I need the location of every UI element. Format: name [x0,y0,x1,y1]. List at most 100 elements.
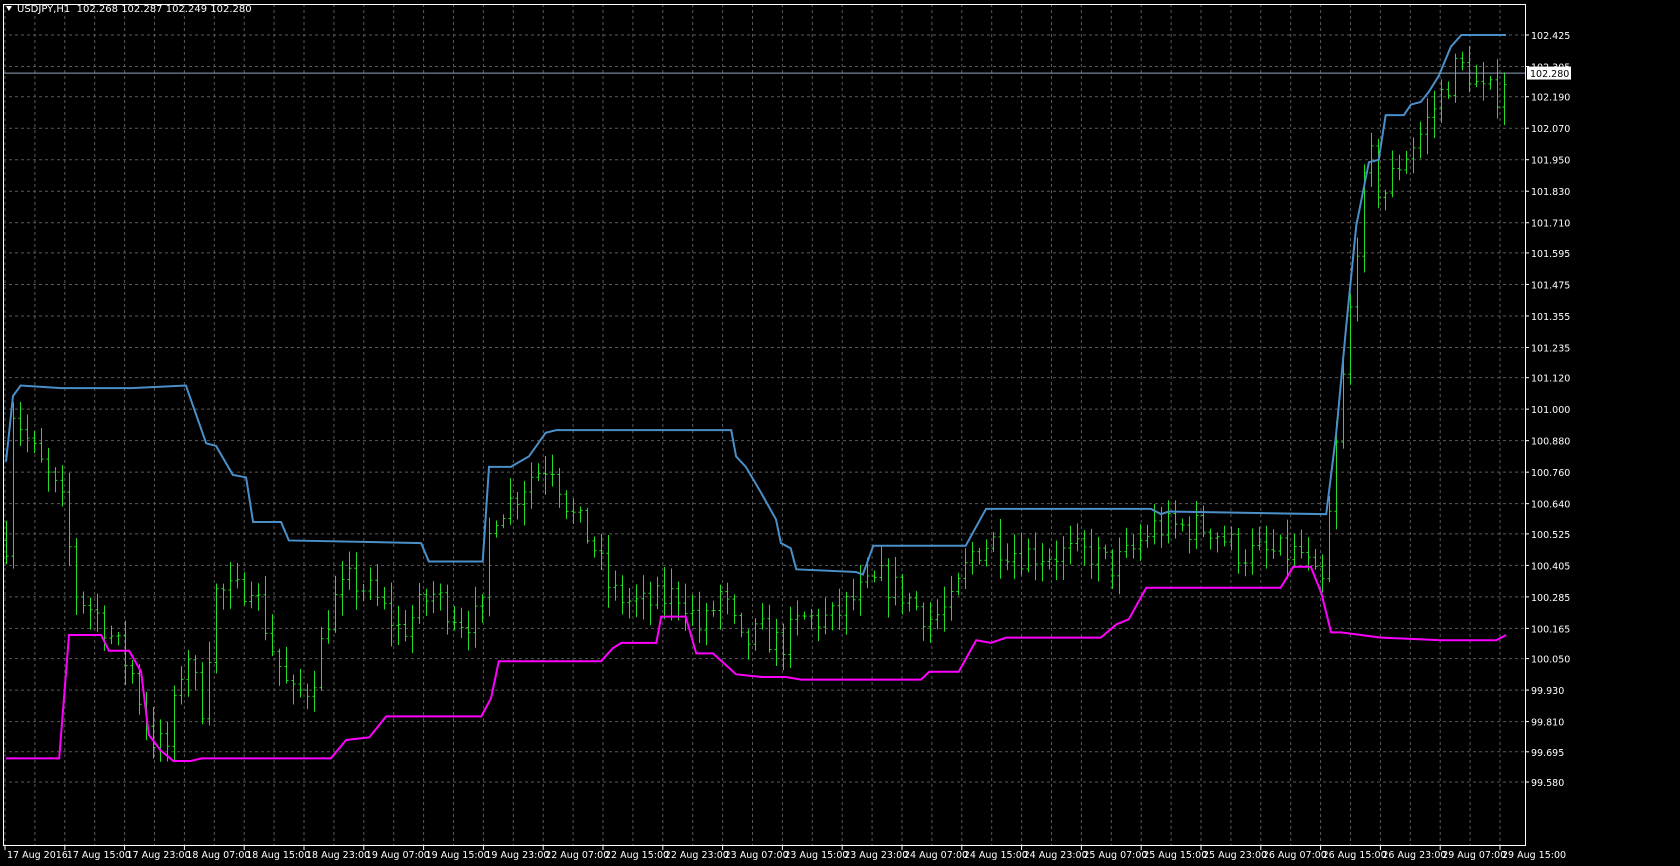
price-bar [1460,51,1465,71]
price-bar [949,575,954,621]
price-bar [60,465,65,507]
price-bar [977,547,982,565]
price-bar [221,583,226,610]
ohlc-values: 102.268 102.287 102.249 102.280 [76,4,252,15]
price-bar [613,570,618,601]
price-bar [893,557,898,606]
price-bar [158,719,163,762]
price-bar [32,431,37,453]
price-bar [1012,534,1017,580]
lower-channel-line [6,565,1507,762]
price-chart[interactable]: 102.425102.305102.190102.070101.950101.8… [0,0,1680,866]
y-tick-label: 99.580 [1531,778,1564,789]
x-tick-label: 26 Aug 07:00 [1263,850,1327,861]
price-bar [592,536,597,558]
price-bar [1187,516,1192,554]
x-tick-label: 18 Aug 07:00 [186,850,250,861]
x-tick-label: 19 Aug 07:00 [366,850,430,861]
price-bar [53,467,58,493]
price-bar [1271,529,1276,560]
price-bar [396,605,401,645]
x-tick-label: 25 Aug 15:00 [1143,850,1207,861]
upper-channel-line [5,34,1507,576]
price-bar [431,581,436,613]
y-tick-label: 99.695 [1531,748,1564,759]
price-bar [907,592,912,612]
price-bar [571,498,576,524]
price-bar [1222,525,1227,547]
price-bar [466,610,471,651]
current-price-label: 102.280 [1527,66,1571,80]
symbol-label: USDJPY,H1 [17,4,71,15]
price-bar [417,582,422,624]
price-bar [963,548,968,589]
price-bar [228,561,233,609]
price-bar [249,581,254,609]
price-bar [550,454,555,487]
x-tick-label: 26 Aug 23:00 [1382,850,1446,861]
price-bar [809,608,814,630]
price-bar [998,518,1003,579]
price-bar [1411,137,1416,174]
x-tick-label: 24 Aug 23:00 [1024,850,1088,861]
x-tick-label: 26 Aug 15:00 [1323,850,1387,861]
price-bar [67,472,72,567]
price-bar [634,584,639,618]
price-bar [1131,534,1136,559]
price-bar [1278,534,1283,556]
price-bar [501,514,506,529]
price-bar [291,674,296,705]
x-tick-label: 24 Aug 07:00 [904,850,968,861]
dropdown-triangle-icon[interactable] [6,6,12,11]
price-bars [4,45,1507,762]
price-bar [1355,237,1360,322]
price-bar [669,568,674,621]
price-bar [1082,530,1087,566]
price-bar [1495,59,1500,119]
price-bar [816,608,821,642]
y-tick-label: 102.070 [1531,124,1570,135]
price-bar [1019,532,1024,576]
y-tick-label: 101.595 [1531,249,1570,260]
price-bar [298,668,303,698]
price-bar [767,604,772,653]
price-bar [1425,98,1430,155]
price-bar [424,588,429,616]
price-bar [1145,524,1150,548]
price-bar [235,562,240,589]
price-bar [403,610,408,642]
price-bar [718,584,723,630]
price-bar [935,599,940,630]
price-bar [1236,527,1241,574]
x-tick-label: 22 Aug 07:00 [545,850,609,861]
price-bar [1026,538,1031,573]
price-bar [193,655,198,691]
price-bar [326,610,331,644]
price-bar [284,646,289,684]
y-tick-label: 100.880 [1531,437,1570,448]
price-bar [1453,53,1458,103]
y-tick-label: 99.810 [1531,718,1564,729]
price-bar [375,564,380,607]
price-bar [676,581,681,621]
price-bar [1180,518,1185,532]
price-bar [620,575,625,615]
x-tick-label: 23 Aug 23:00 [844,850,908,861]
price-bar [1229,526,1234,551]
price-bar [900,574,905,615]
price-bar [1138,524,1143,562]
price-bar [39,427,44,463]
x-tick-label: 24 Aug 15:00 [964,850,1028,861]
y-tick-label: 101.830 [1531,187,1570,198]
y-tick-label: 101.475 [1531,280,1570,291]
x-tick-label: 22 Aug 15:00 [605,850,669,861]
price-bar [1243,549,1248,577]
price-bar [1488,75,1493,90]
price-bar [242,572,247,606]
price-axis[interactable]: 102.425102.305102.190102.070101.950101.8… [1525,31,1570,789]
price-bar [956,572,961,596]
time-axis[interactable]: 17 Aug 201617 Aug 15:0017 Aug 23:0018 Au… [4,845,1566,861]
price-bar [1173,500,1178,539]
x-tick-label: 17 Aug 15:00 [67,850,131,861]
price-bar [1201,505,1206,538]
